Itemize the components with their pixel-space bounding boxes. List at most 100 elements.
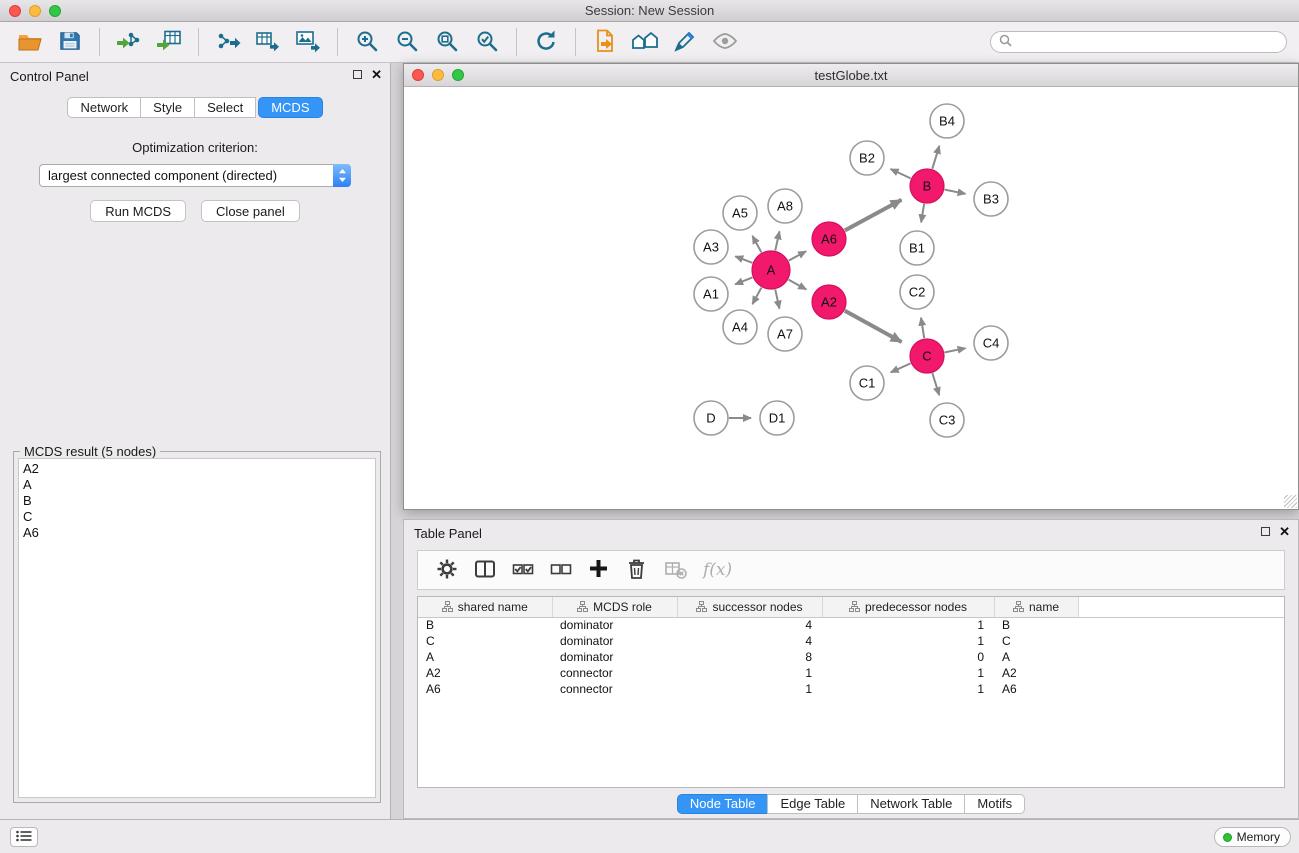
- graph-edge-A-A1[interactable]: [735, 277, 752, 284]
- document-arrow-button[interactable]: [585, 25, 625, 59]
- delete-table-button[interactable]: [664, 558, 687, 583]
- tab-edge-table[interactable]: Edge Table: [767, 794, 858, 814]
- pen-button[interactable]: [665, 25, 705, 59]
- graph-node-C1[interactable]: C1: [850, 366, 884, 400]
- table-cell[interactable]: connector: [552, 681, 677, 697]
- tab-mcds[interactable]: MCDS: [258, 97, 322, 118]
- tab-network-table[interactable]: Network Table: [857, 794, 965, 814]
- table-row[interactable]: Cdominator41C: [418, 633, 1284, 649]
- float-table-panel-button[interactable]: [1261, 527, 1270, 536]
- column-layout-button[interactable]: [474, 558, 496, 583]
- graph-node-B2[interactable]: B2: [850, 141, 884, 175]
- search-input[interactable]: [1016, 35, 1278, 50]
- table-cell[interactable]: C: [994, 633, 1078, 649]
- graph-edge-C-C4[interactable]: [945, 348, 966, 352]
- show-graphics-details-button[interactable]: [705, 25, 745, 59]
- graph-node-A8[interactable]: A8: [768, 189, 802, 223]
- graph-edge-A-A7[interactable]: [775, 290, 779, 309]
- close-panel-icon[interactable]: ✕: [371, 69, 382, 80]
- result-item[interactable]: C: [23, 509, 371, 525]
- select-all-button[interactable]: [512, 558, 534, 583]
- table-cell[interactable]: 1: [677, 665, 822, 681]
- graph-edge-A2-C[interactable]: [845, 311, 902, 342]
- graph-node-C[interactable]: C: [910, 339, 944, 373]
- close-panel-button[interactable]: Close panel: [201, 200, 300, 222]
- column-header-name[interactable]: name: [994, 597, 1078, 617]
- search-box[interactable]: [990, 31, 1287, 53]
- import-network-from-file-button[interactable]: [109, 25, 149, 59]
- graph-node-A3[interactable]: A3: [694, 230, 728, 264]
- table-row[interactable]: Adominator80A: [418, 649, 1284, 665]
- result-item[interactable]: A: [23, 477, 371, 493]
- refresh-view-button[interactable]: [526, 25, 566, 59]
- graph-node-C3[interactable]: C3: [930, 403, 964, 437]
- tab-style[interactable]: Style: [140, 97, 195, 118]
- graph-edge-C-C2[interactable]: [921, 318, 924, 339]
- graph-edge-C-C1[interactable]: [891, 363, 911, 372]
- table-cell[interactable]: 0: [822, 649, 994, 665]
- column-header-predecessor-nodes[interactable]: predecessor nodes: [822, 597, 994, 617]
- table-cell[interactable]: 1: [822, 665, 994, 681]
- table-cell[interactable]: dominator: [552, 649, 677, 665]
- table-cell[interactable]: B: [994, 617, 1078, 633]
- table-cell[interactable]: dominator: [552, 633, 677, 649]
- graph-edge-A-A8[interactable]: [775, 231, 779, 250]
- graph-node-A6[interactable]: A6: [812, 222, 846, 256]
- graph-edge-A-A2[interactable]: [789, 280, 807, 290]
- table-cell[interactable]: dominator: [552, 617, 677, 633]
- graph-edge-B-B1[interactable]: [921, 204, 924, 223]
- graph-node-A1[interactable]: A1: [694, 277, 728, 311]
- table-cell[interactable]: A6: [994, 681, 1078, 697]
- table-settings-button[interactable]: [436, 558, 458, 583]
- column-header-shared-name[interactable]: shared name: [418, 597, 552, 617]
- tab-node-table[interactable]: Node Table: [677, 794, 769, 814]
- import-table-from-file-button[interactable]: [149, 25, 189, 59]
- table-cell[interactable]: A2: [994, 665, 1078, 681]
- table-cell[interactable]: A: [994, 649, 1078, 665]
- zoom-fit-button[interactable]: [427, 25, 467, 59]
- table-cell[interactable]: 1: [822, 617, 994, 633]
- column-header-successor-nodes[interactable]: successor nodes: [677, 597, 822, 617]
- table-row[interactable]: A2connector11A2: [418, 665, 1284, 681]
- graph-edge-A-A5[interactable]: [752, 236, 761, 253]
- graph-node-B[interactable]: B: [910, 169, 944, 203]
- graph-edge-B-B2[interactable]: [891, 169, 911, 178]
- criterion-select[interactable]: largest connected component (directed): [39, 164, 351, 187]
- table-row[interactable]: A6connector11A6: [418, 681, 1284, 697]
- graph-node-A2[interactable]: A2: [812, 285, 846, 319]
- tab-select[interactable]: Select: [194, 97, 256, 118]
- table-row[interactable]: Bdominator41B: [418, 617, 1284, 633]
- float-panel-button[interactable]: [353, 70, 362, 79]
- graph-node-D1[interactable]: D1: [760, 401, 794, 435]
- graph-edge-B-B4[interactable]: [932, 146, 939, 169]
- graph-edge-A-A6[interactable]: [789, 251, 806, 260]
- zoom-selected-button[interactable]: [467, 25, 507, 59]
- graph-edge-B-B3[interactable]: [945, 190, 966, 194]
- graph-node-C4[interactable]: C4: [974, 326, 1008, 360]
- graph-edge-A-A4[interactable]: [752, 288, 761, 305]
- tab-network[interactable]: Network: [67, 97, 141, 118]
- graph-node-A4[interactable]: A4: [723, 310, 757, 344]
- add-row-button[interactable]: [588, 558, 609, 582]
- tab-motifs[interactable]: Motifs: [964, 794, 1025, 814]
- close-table-panel-icon[interactable]: ✕: [1279, 526, 1290, 537]
- zoom-in-button[interactable]: [347, 25, 387, 59]
- result-item[interactable]: A2: [23, 461, 371, 477]
- graph-node-B1[interactable]: B1: [900, 231, 934, 265]
- open-session-button[interactable]: [10, 25, 50, 59]
- table-cell[interactable]: connector: [552, 665, 677, 681]
- table-cell[interactable]: 1: [677, 681, 822, 697]
- network-canvas[interactable]: B4B2BB3A8A5A6B1A3AA1C2A2A4A7C4CC1C3DD1: [404, 87, 1298, 509]
- graph-node-A7[interactable]: A7: [768, 317, 802, 351]
- resize-grip-icon[interactable]: [1284, 495, 1297, 508]
- column-header-MCDS-role[interactable]: MCDS role: [552, 597, 677, 617]
- zoom-out-button[interactable]: [387, 25, 427, 59]
- table-cell[interactable]: C: [418, 633, 552, 649]
- task-history-button[interactable]: [10, 827, 38, 847]
- export-network-button[interactable]: [208, 25, 248, 59]
- table-cell[interactable]: 1: [822, 681, 994, 697]
- export-table-button[interactable]: [248, 25, 288, 59]
- graph-node-B3[interactable]: B3: [974, 182, 1008, 216]
- graph-node-B4[interactable]: B4: [930, 104, 964, 138]
- table-cell[interactable]: 4: [677, 633, 822, 649]
